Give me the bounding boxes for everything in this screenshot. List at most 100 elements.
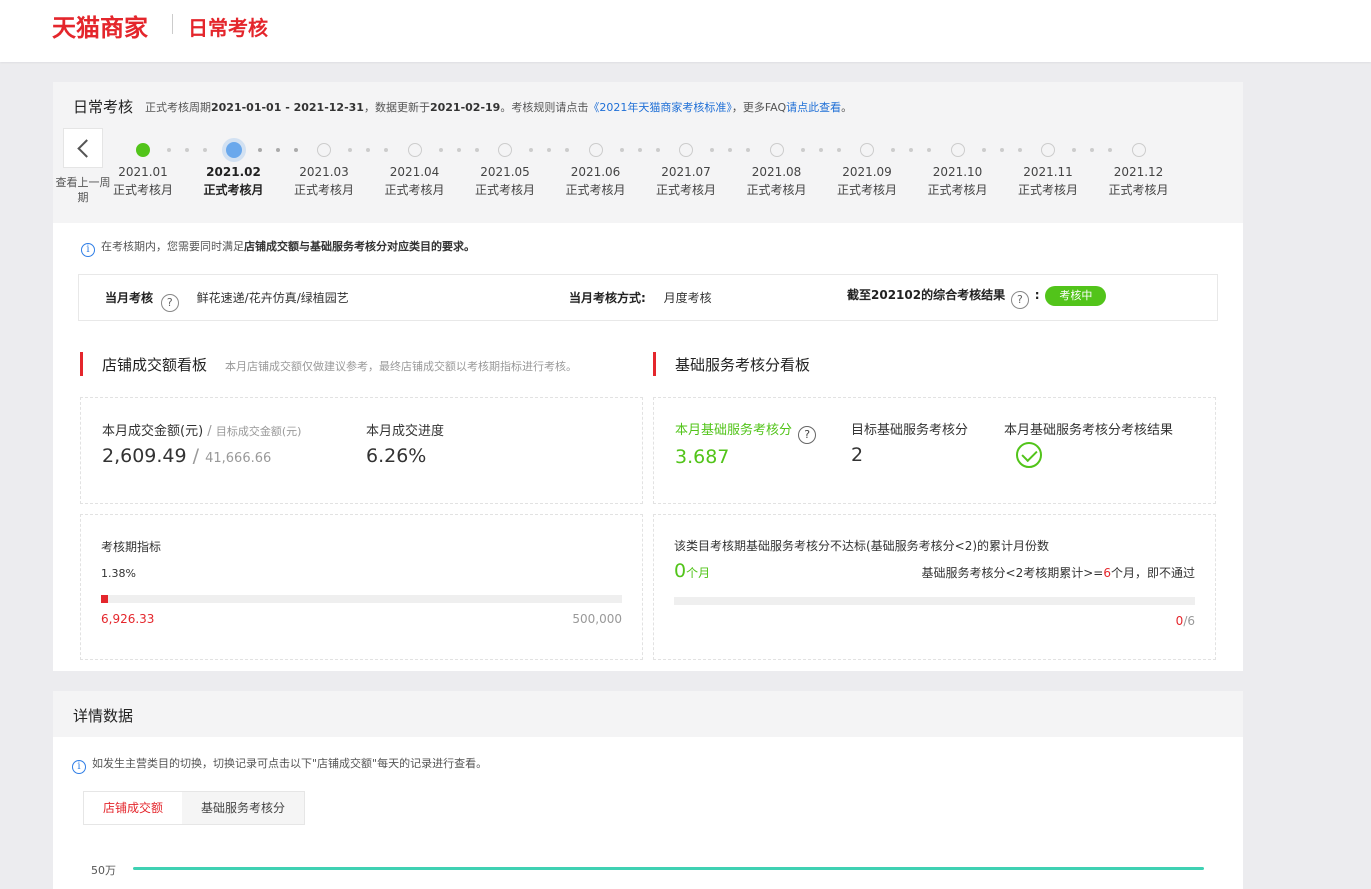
timeline-connector-dot <box>348 148 352 152</box>
timeline-connector-dot <box>167 148 171 152</box>
service-target-value: 2 <box>851 444 864 466</box>
timeline-month-2021.12[interactable]: 2021.12 正式考核月 <box>1099 163 1179 199</box>
timeline-dot-2021.09[interactable] <box>860 143 874 157</box>
gmv-board-title: 店铺成交额看板 <box>102 356 208 374</box>
period-progress-fill <box>101 595 109 603</box>
timeline-dot-2021.02[interactable] <box>225 142 242 158</box>
gmv-period-box: 考核期指标 1.38% 6,926.33 500,000 <box>80 514 643 660</box>
timeline-month-type: 正式考核月 <box>836 183 897 197</box>
chart-line <box>133 867 1204 870</box>
timeline-month-type: 正式考核月 <box>927 183 988 197</box>
timeline-connector-dot <box>474 148 479 152</box>
previous-period-button[interactable] <box>63 128 103 168</box>
timeline-month-value: 2021.01 <box>118 165 168 179</box>
fail-count-value: 0 <box>674 560 687 582</box>
amount-label: 本月成交金额(元) / 目标成交金额(元) <box>102 420 301 439</box>
timeline-connector-dot <box>438 148 443 152</box>
timeline-connector-dot <box>456 148 461 152</box>
timeline-month-2021.09[interactable]: 2021.09 正式考核月 <box>827 163 907 199</box>
timeline-month-2021.07[interactable]: 2021.07 正式考核月 <box>646 163 726 199</box>
gmv-month-box: 本月成交金额(元) / 目标成交金额(元) 2,609.49 / 41,666.… <box>80 397 643 504</box>
timeline-month-2021.11[interactable]: 2021.11 正式考核月 <box>1008 163 1088 199</box>
period-range: 2021-01-01 - 2021-12-31 <box>211 101 364 114</box>
timeline-month-2021.01[interactable]: 2021.01 正式考核月 <box>103 163 183 199</box>
timeline-dot-2021.01[interactable] <box>136 143 150 157</box>
timeline-month-value: 2021.12 <box>1113 165 1164 179</box>
tab-gmv[interactable]: 店铺成交额 <box>84 792 183 824</box>
timeline-month-2021.10[interactable]: 2021.10 正式考核月 <box>918 163 998 199</box>
service-fail-box: 该类目考核期基础服务考核分不达标(基础服务考核分<2)的累计月份数 0个月 基础… <box>653 514 1216 660</box>
update-prefix: ，数据更新于 <box>363 101 430 114</box>
timeline-connector-dot <box>728 148 732 152</box>
timeline-month-value: 2021.03 <box>299 165 349 179</box>
period-indicator-label: 考核期指标 <box>101 540 162 554</box>
timeline-dot-2021.04[interactable] <box>407 143 422 157</box>
timeline-connector-dot <box>185 148 189 152</box>
amount-label-text: 本月成交金额(元) <box>102 424 204 439</box>
timeline-month-type: 正式考核月 <box>565 183 626 197</box>
help-icon[interactable]: ? <box>798 426 817 444</box>
timeline-dot-2021.03[interactable] <box>317 143 331 157</box>
section-accent-bar <box>80 352 83 376</box>
faq-prefix: ，更多FAQ <box>731 101 787 114</box>
timeline-connector-dot <box>800 148 805 152</box>
timeline-month-2021.03[interactable]: 2021.03 正式考核月 <box>284 163 364 199</box>
target-amount-label: 目标成交金额(元) <box>215 425 302 438</box>
exam-method: 当月考核方式: 月度考核 <box>569 289 712 306</box>
timeline-month-value: 2021.11 <box>1023 165 1073 179</box>
timeline-month-type: 正式考核月 <box>1108 183 1169 197</box>
timeline-month-2021.06[interactable]: 2021.06 正式考核月 <box>556 163 636 199</box>
period-target-value: 500,000 <box>572 612 622 626</box>
timeline-month-2021.04[interactable]: 2021.04 正式考核月 <box>375 163 455 199</box>
timeline-month-type: 正式考核月 <box>293 183 354 197</box>
rule-standard-link[interactable]: 《2021年天猫商家考核标准》 <box>588 101 732 114</box>
timeline-dot-2021.10[interactable] <box>950 143 965 157</box>
timeline-month-value: 2021.07 <box>661 165 711 179</box>
fail-ratio-total: /6 <box>1183 614 1195 628</box>
chevron-left-icon <box>76 138 96 158</box>
timeline-month-2021.05[interactable]: 2021.05 正式考核月 <box>465 163 545 199</box>
fail-months-count: 0个月 <box>674 560 710 582</box>
month-timeline: 2021.01 正式考核月 2021.02 正式考核月 2021.03 正式考核月 2021… <box>111 140 1201 210</box>
timeline-connector-dot <box>655 148 660 152</box>
service-target-label: 目标基础服务考核分 <box>851 423 969 438</box>
service-score-label-text: 本月基础服务考核分 <box>675 423 793 438</box>
gmv-board-header: 店铺成交额看板 本月店铺成交额仅做建议参考，最终店铺成交额以考核期指标进行考核。 <box>80 352 640 376</box>
timeline-month-type: 正式考核月 <box>203 183 264 197</box>
timeline-dot-2021.06[interactable] <box>588 143 603 157</box>
help-icon[interactable]: ? <box>1010 291 1029 309</box>
month-exam-label: 当月考核 <box>105 291 154 305</box>
help-icon[interactable]: ? <box>160 294 179 312</box>
timeline-dot-2021.11[interactable] <box>1041 143 1055 157</box>
period-percent: 1.38% <box>101 567 136 580</box>
subtitle-end: 。 <box>841 101 853 114</box>
exam-notice: i 在考核期内，您需要同时满足店铺成交额与基础服务考核分对应类目的要求。 <box>81 238 475 257</box>
timeline-month-type: 正式考核月 <box>1017 183 1078 197</box>
timeline-connector-dot <box>619 148 624 152</box>
timeline-month-type: 正式考核月 <box>746 183 807 197</box>
period-current-value: 6,926.33 <box>101 612 155 626</box>
timeline-connector-dot <box>891 148 895 152</box>
tab-service-score[interactable]: 基础服务考核分 <box>182 792 305 824</box>
status-badge: 考核中 <box>1045 286 1107 306</box>
timeline-month-2021.08[interactable]: 2021.08 正式考核月 <box>737 163 817 199</box>
service-board-header: 基础服务考核分看板 <box>653 352 1213 376</box>
timeline-dot-2021.05[interactable] <box>498 143 512 157</box>
service-result-label: 本月基础服务考核分考核结果 <box>1004 423 1174 438</box>
timeline-connector-dot <box>1072 148 1076 152</box>
update-date: 2021-02-19 <box>429 101 501 114</box>
timeline-month-2021.02[interactable]: 2021.02 正式考核月 <box>194 163 274 199</box>
timeline-dot-2021.12[interactable] <box>1131 143 1146 157</box>
timeline-connector-dot <box>275 148 280 152</box>
timeline-month-value: 2021.06 <box>570 165 621 179</box>
brand-logo[interactable]: 天猫商家 <box>52 8 148 43</box>
timeline-dot-2021.08[interactable] <box>769 143 784 157</box>
progress-label: 本月成交进度 <box>366 424 445 439</box>
timeline-month-value: 2021.02 <box>206 165 261 179</box>
timeline-connector-dot <box>746 148 750 152</box>
faq-link[interactable]: 请点此查看 <box>786 101 841 114</box>
timeline-dot-2021.07[interactable] <box>679 143 693 157</box>
y-axis-tick: 50万 <box>91 864 116 877</box>
monthly-summary: 当月考核 ? 鲜花速递/花卉仿真/绿植园艺 当月考核方式: 月度考核 截至202… <box>78 274 1218 321</box>
page-title: 日常考核 <box>188 16 268 40</box>
